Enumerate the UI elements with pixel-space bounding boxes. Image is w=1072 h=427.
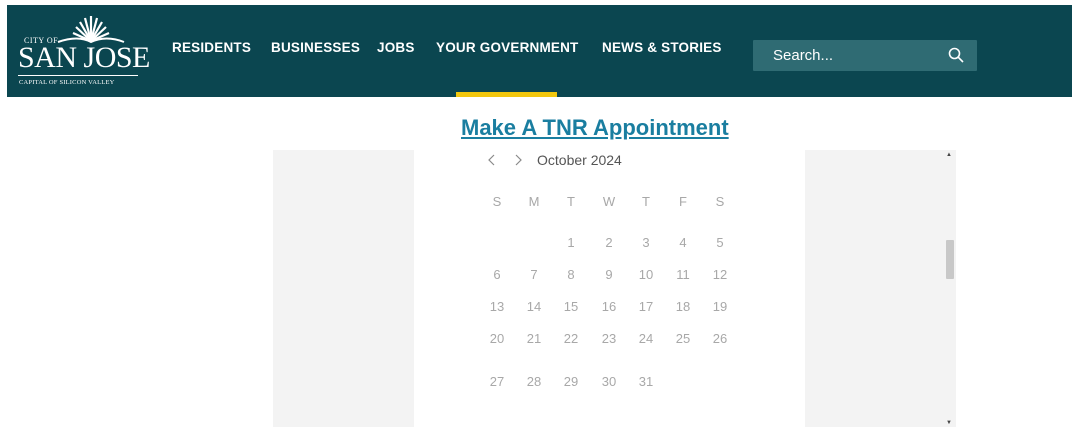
weekday-sun: S <box>492 194 502 209</box>
calendar-day[interactable]: 24 <box>631 331 661 346</box>
weekday-mon: M <box>528 194 540 209</box>
calendar-side-panel-left <box>273 150 414 427</box>
nav-residents[interactable]: RESIDENTS <box>172 40 251 60</box>
calendar-day[interactable]: 22 <box>556 331 586 346</box>
calendar-day[interactable]: 14 <box>519 299 549 314</box>
calendar-day[interactable]: 12 <box>705 267 735 282</box>
calendar-day[interactable]: 13 <box>482 299 512 314</box>
scroll-up-arrow-icon[interactable]: ▲ <box>945 151 953 159</box>
chevron-left-icon[interactable] <box>485 152 499 168</box>
calendar-day[interactable]: 23 <box>594 331 624 346</box>
calendar-day[interactable]: 4 <box>668 235 698 250</box>
calendar-day[interactable]: 27 <box>482 374 512 389</box>
calendar-day[interactable]: 17 <box>631 299 661 314</box>
weekday-wed: W <box>602 194 616 209</box>
nav-businesses[interactable]: BUSINESSES <box>271 40 360 60</box>
weekday-fri: F <box>679 194 687 209</box>
calendar-day[interactable]: 11 <box>668 267 698 282</box>
nav-jobs[interactable]: JOBS <box>377 40 415 60</box>
calendar-day[interactable]: 31 <box>631 374 661 389</box>
calendar-day[interactable]: 9 <box>594 267 624 282</box>
calendar-day[interactable]: 7 <box>519 267 549 282</box>
active-nav-indicator <box>456 92 557 97</box>
logo-tagline: CAPITAL OF SILICON VALLEY <box>19 79 115 86</box>
calendar-day[interactable]: 8 <box>556 267 586 282</box>
logo-divider <box>18 75 138 76</box>
nav-your-government[interactable]: YOUR GOVERNMENT <box>436 40 579 60</box>
scroll-down-arrow-icon[interactable]: ▼ <box>945 419 953 427</box>
search-box <box>753 40 977 71</box>
calendar-day[interactable]: 5 <box>705 235 735 250</box>
weekday-sat: S <box>715 194 725 209</box>
calendar-day[interactable]: 15 <box>556 299 586 314</box>
calendar-day[interactable]: 26 <box>705 331 735 346</box>
calendar-day[interactable]: 2 <box>594 235 624 250</box>
calendar-day[interactable]: 20 <box>482 331 512 346</box>
logo-city-name: SAN JOSE <box>18 41 150 74</box>
nav-news-stories[interactable]: NEWS & STORIES <box>602 40 722 60</box>
calendar-day[interactable]: 16 <box>594 299 624 314</box>
calendar-day[interactable]: 19 <box>705 299 735 314</box>
weekday-tue: T <box>567 194 575 209</box>
calendar-month-label: October 2024 <box>537 152 622 168</box>
calendar-day[interactable]: 29 <box>556 374 586 389</box>
calendar-day[interactable]: 10 <box>631 267 661 282</box>
city-logo[interactable]: CITY OF SAN JOSE CAPITAL OF SILICON VALL… <box>18 13 150 91</box>
calendar-side-panel-right <box>805 150 956 427</box>
search-input[interactable] <box>753 40 933 71</box>
calendar-day[interactable]: 25 <box>668 331 698 346</box>
calendar-day[interactable]: 3 <box>631 235 661 250</box>
calendar-day[interactable]: 30 <box>594 374 624 389</box>
chevron-right-icon[interactable] <box>511 152 525 168</box>
calendar-day[interactable]: 18 <box>668 299 698 314</box>
calendar-day[interactable]: 1 <box>556 235 586 250</box>
calendar-day[interactable]: 28 <box>519 374 549 389</box>
site-header: CITY OF SAN JOSE CAPITAL OF SILICON VALL… <box>7 5 1072 97</box>
calendar-day[interactable]: 21 <box>519 331 549 346</box>
search-icon[interactable] <box>948 47 964 63</box>
scrollbar-thumb[interactable] <box>946 240 954 279</box>
weekday-thu: T <box>642 194 650 209</box>
calendar-day[interactable]: 6 <box>482 267 512 282</box>
page-title[interactable]: Make A TNR Appointment <box>461 115 729 141</box>
